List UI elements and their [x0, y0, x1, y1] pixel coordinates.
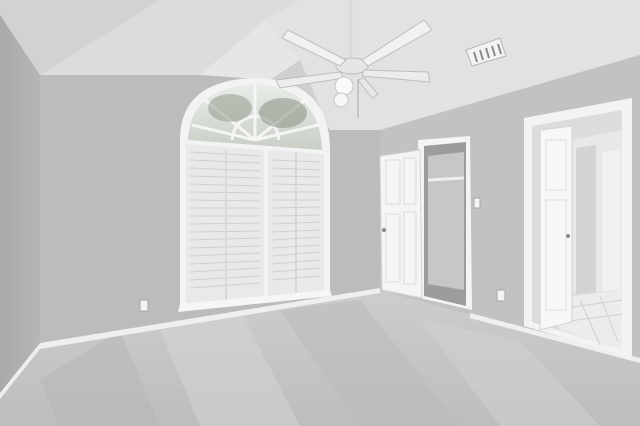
closet-door: [379, 136, 472, 310]
door-knob: [382, 228, 386, 232]
fan-light: [334, 76, 354, 96]
fan-light: [333, 92, 349, 108]
door-knob: [566, 234, 570, 238]
room-illustration: [0, 0, 640, 426]
left-wall: [0, 15, 40, 395]
bathroom-door: [524, 98, 632, 358]
light-switch: [473, 197, 481, 209]
arched-window: [178, 78, 332, 312]
plantation-shutters: [178, 144, 332, 312]
bedroom-photo: [0, 0, 640, 426]
